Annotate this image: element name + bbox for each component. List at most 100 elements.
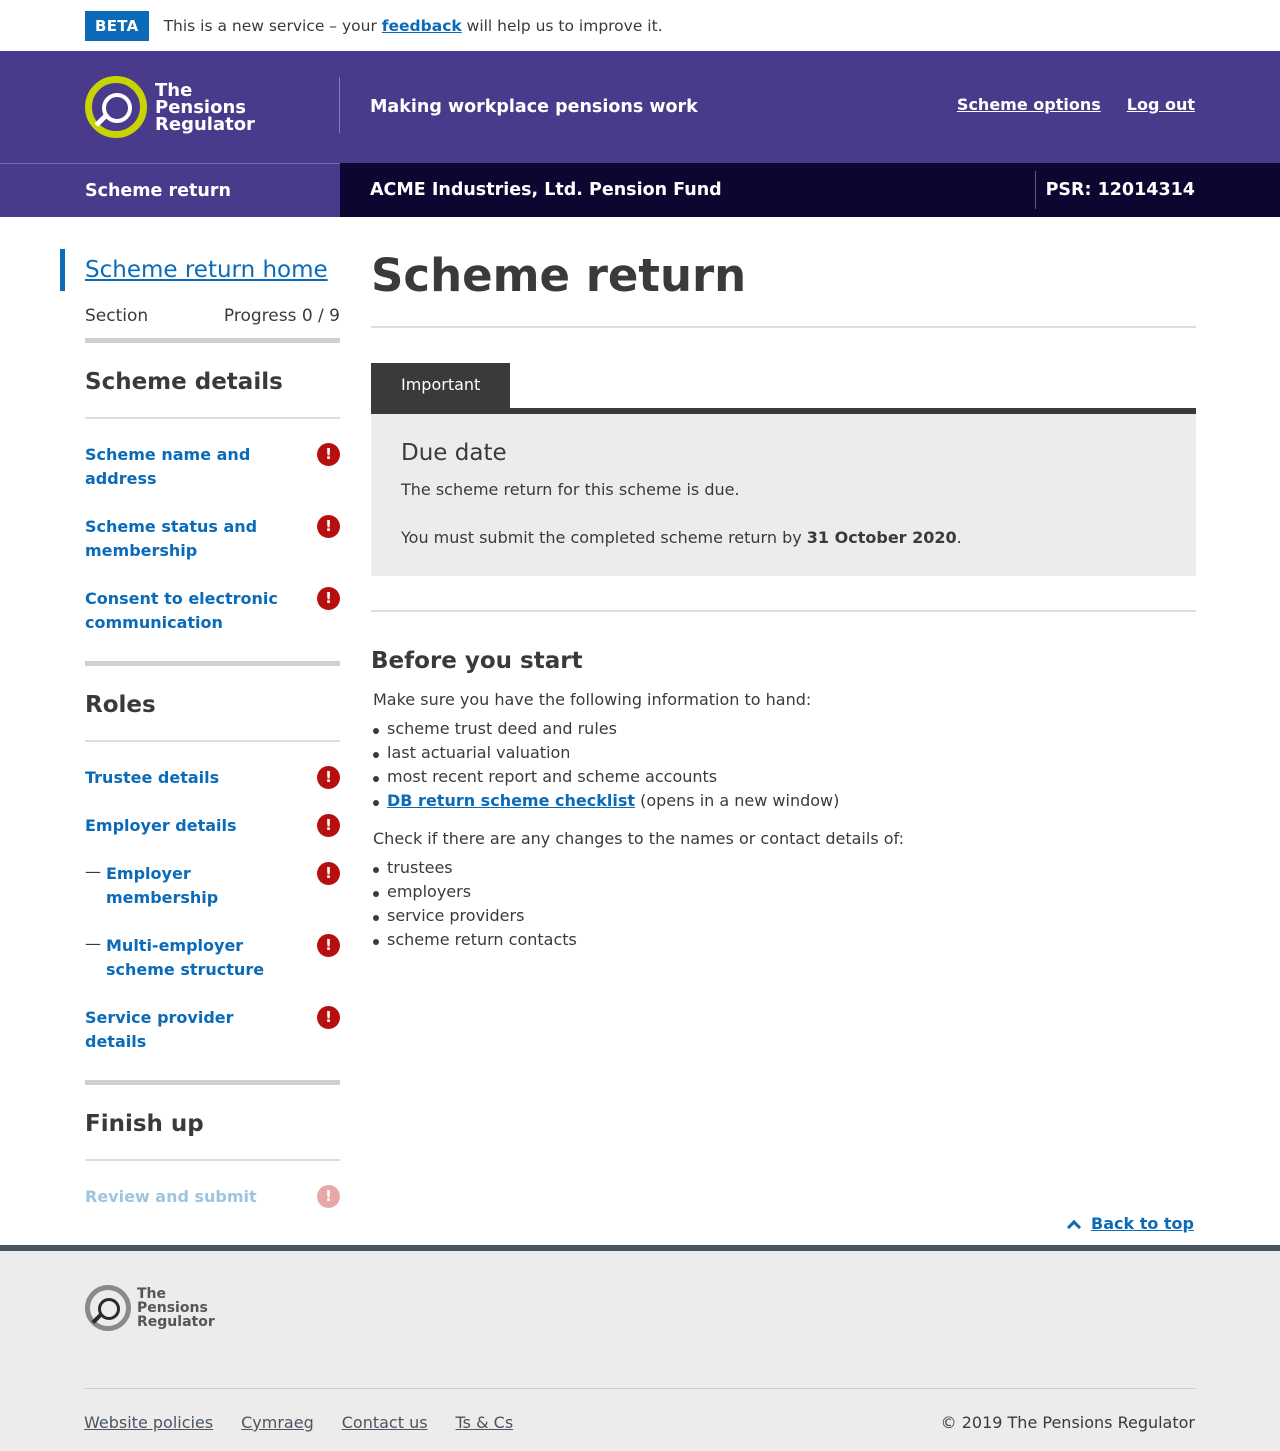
before-you-start-heading: Before you start — [371, 648, 583, 674]
nav-link[interactable]: Employer membership — [106, 862, 291, 910]
nav-link[interactable]: Employer details — [85, 814, 285, 838]
logo-line-2: Pensions — [155, 96, 246, 118]
list-item: DB return scheme checklist (opens in a n… — [373, 789, 1196, 813]
nav-item-consent-to-electronic-communication[interactable]: Consent to electronic communication ! — [85, 587, 340, 635]
nav-list: Scheme name and address ! Scheme status … — [85, 419, 340, 661]
nav-group-roles: Roles Trustee details ! Employer details… — [85, 661, 340, 1080]
exclamation-alert-icon: ! — [317, 515, 340, 538]
submit-date: 31 October 2020 — [806, 528, 957, 547]
nav-item-service-provider-details[interactable]: Service provider details ! — [85, 1006, 340, 1054]
nav-group-scheme-details: Scheme details Scheme name and address !… — [85, 343, 340, 661]
chevron-up-icon — [1066, 1219, 1082, 1234]
changes-list: trustees employers service providers sch… — [371, 856, 1196, 952]
footer-logo[interactable]: The Pensions Regulator — [85, 1285, 215, 1331]
scheme-return-home-link[interactable]: Scheme return home — [60, 249, 340, 291]
list-item: trustees — [373, 856, 1196, 880]
submit-text-after: . — [956, 528, 962, 547]
submit-text-before: You must submit the completed scheme ret… — [401, 528, 802, 547]
magnifier-logo-icon — [85, 76, 147, 138]
list-item: scheme return contacts — [373, 928, 1196, 952]
before-intro: Make sure you have the following informa… — [373, 690, 812, 709]
scheme-bar: ACME Industries, Ltd. Pension Fund PSR: … — [340, 163, 1280, 217]
beta-banner: BETA This is a new service – your feedba… — [0, 0, 1280, 51]
site-header: The Pensions Regulator Making workplace … — [0, 51, 1280, 163]
back-to-top-link[interactable]: Back to top — [1091, 1214, 1194, 1233]
nav-sub-item: — Employer membership — [85, 862, 291, 910]
sub-header: Scheme return ACME Industries, Ltd. Pens… — [0, 163, 1280, 217]
nav-item-scheme-status-and-membership[interactable]: Scheme status and membership ! — [85, 515, 340, 563]
main-content: Scheme return Important Due date The sch… — [371, 249, 1196, 952]
logo-line-1: The — [137, 1286, 167, 1302]
progress-label: Progress 0 / 9 — [223, 306, 340, 326]
section-label: Section — [85, 306, 149, 326]
nav-item-multi-employer-scheme-structure[interactable]: — Multi-employer scheme structure ! — [85, 934, 340, 982]
beta-text-after: will help us to improve it. — [466, 16, 663, 35]
nav-item-employer-details[interactable]: Employer details ! — [85, 814, 340, 838]
page-title: Scheme return — [371, 249, 1196, 328]
exclamation-alert-icon: ! — [317, 1185, 340, 1208]
important-tab: Important — [371, 363, 511, 408]
nav-link[interactable]: Consent to electronic communication — [85, 587, 285, 635]
nav-heading: Scheme details — [85, 343, 340, 419]
checklist-suffix: (opens in a new window) — [640, 791, 840, 810]
dash-marker: — — [85, 934, 101, 953]
check-intro: Check if there are any changes to the na… — [373, 829, 904, 848]
exclamation-alert-icon: ! — [317, 1006, 340, 1029]
nav-sub-item: — Multi-employer scheme structure — [85, 934, 296, 982]
feedback-link[interactable]: feedback — [382, 17, 462, 35]
list-item: employers — [373, 880, 1196, 904]
nav-link[interactable]: Scheme name and address — [85, 443, 285, 491]
service-name: Scheme return — [0, 163, 340, 217]
required-info-list: scheme trust deed and rules last actuari… — [371, 717, 1196, 813]
list-item: most recent report and scheme accounts — [373, 765, 1196, 789]
terms-link[interactable]: Ts & Cs — [456, 1413, 514, 1432]
beta-text-before: This is a new service – your — [163, 16, 377, 35]
tpr-logo[interactable]: The Pensions Regulator — [85, 76, 255, 138]
nav-list: Review and submit ! — [85, 1161, 340, 1235]
due-text: The scheme return for this scheme is due… — [401, 480, 740, 499]
cymraeg-link[interactable]: Cymraeg — [241, 1413, 314, 1432]
submit-deadline-text: You must submit the completed scheme ret… — [401, 526, 1166, 550]
header-nav: Scheme options Log out — [957, 95, 1195, 114]
header-tagline: Making workplace pensions work — [370, 97, 698, 117]
exclamation-alert-icon: ! — [317, 862, 340, 885]
nav-link[interactable]: Multi-employer scheme structure — [106, 934, 296, 982]
nav-item-scheme-name-and-address[interactable]: Scheme name and address ! — [85, 443, 340, 491]
logo-text: The Pensions Regulator — [155, 79, 255, 135]
nav-item-trustee-details[interactable]: Trustee details ! — [85, 766, 340, 790]
list-item: last actuarial valuation — [373, 741, 1196, 765]
footer-logo-text: The Pensions Regulator — [137, 1287, 215, 1329]
nav-heading: Roles — [85, 666, 340, 742]
nav-link[interactable]: Trustee details — [85, 766, 285, 790]
contact-us-link[interactable]: Contact us — [342, 1413, 428, 1432]
nav-group-finish-up: Finish up Review and submit ! — [85, 1080, 340, 1235]
logo-line-3: Regulator — [155, 113, 255, 135]
copyright: © 2019 The Pensions Regulator — [940, 1413, 1195, 1432]
section-navigation: Scheme return home Section Progress 0 / … — [60, 249, 340, 1235]
log-out-link[interactable]: Log out — [1127, 95, 1195, 114]
nav-list: Trustee details ! Employer details ! — E… — [85, 742, 340, 1080]
nav-item-review-and-submit: Review and submit ! — [85, 1185, 340, 1209]
psr-number: PSR: 12014314 — [1045, 180, 1195, 200]
magnifier-logo-icon — [85, 1285, 131, 1331]
nav-link[interactable]: Scheme status and membership — [85, 515, 285, 563]
exclamation-alert-icon: ! — [317, 587, 340, 610]
logo-line-1: The — [155, 79, 193, 101]
site-footer: The Pensions Regulator Website policies … — [0, 1245, 1280, 1451]
nav-link[interactable]: Service provider details — [85, 1006, 285, 1054]
list-item: service providers — [373, 904, 1196, 928]
footer-divider — [85, 1388, 1195, 1389]
db-checklist-link[interactable]: DB return scheme checklist — [387, 791, 635, 810]
exclamation-alert-icon: ! — [317, 934, 340, 957]
scheme-name: ACME Industries, Ltd. Pension Fund — [370, 180, 722, 200]
scheme-options-link[interactable]: Scheme options — [957, 95, 1101, 114]
nav-item-employer-membership[interactable]: — Employer membership ! — [85, 862, 340, 910]
exclamation-alert-icon: ! — [317, 766, 340, 789]
beta-message: This is a new service – your feedback wi… — [164, 17, 663, 35]
logo-line-3: Regulator — [137, 1314, 215, 1330]
list-item: scheme trust deed and rules — [373, 717, 1196, 741]
website-policies-link[interactable]: Website policies — [84, 1413, 213, 1432]
dash-marker: — — [85, 862, 101, 881]
progress-row: Section Progress 0 / 9 — [85, 306, 340, 343]
back-to-top[interactable]: Back to top — [1066, 1214, 1194, 1234]
